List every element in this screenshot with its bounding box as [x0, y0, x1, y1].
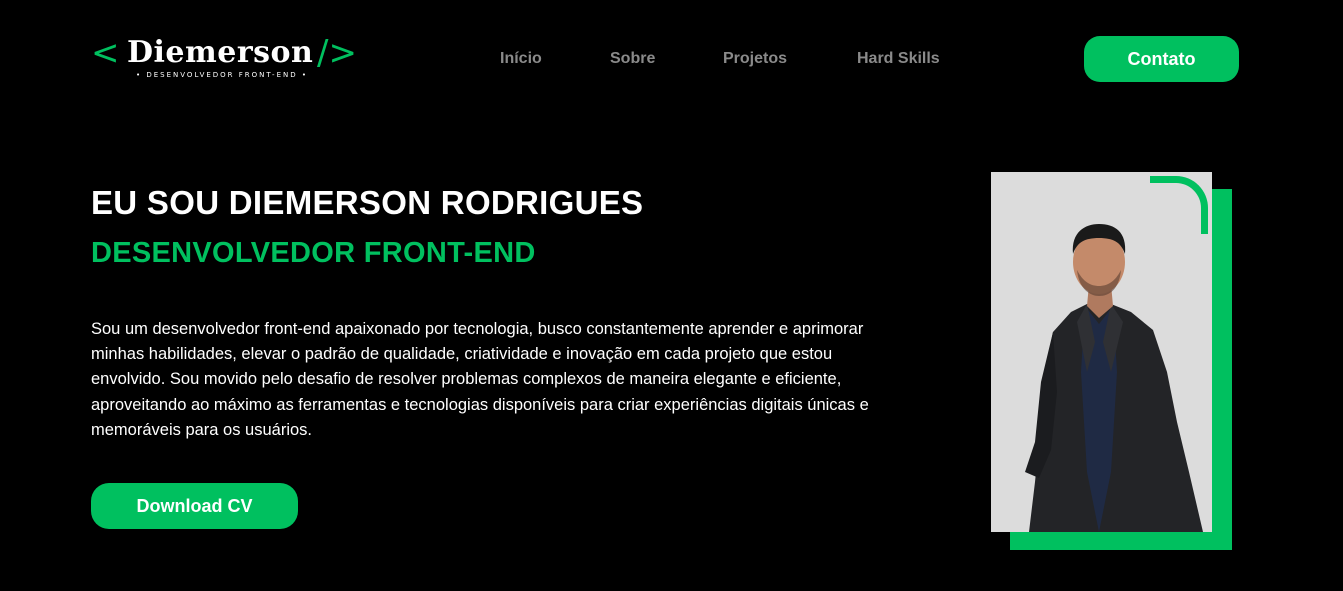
download-cv-button[interactable]: Download CV — [91, 483, 298, 529]
hero-subtitle: DESENVOLVEDOR FRONT-END — [91, 237, 536, 269]
nav-item-inicio[interactable]: Início — [500, 48, 542, 70]
hero-description: Sou um desenvolvedor front-end apaixonad… — [91, 320, 869, 439]
contact-button[interactable]: Contato — [1084, 36, 1239, 82]
nav-item-hard-skills[interactable]: Hard Skills — [857, 48, 940, 70]
nav-item-sobre[interactable]: Sobre — [610, 48, 655, 70]
hero-title: EU SOU DIEMERSON RODRIGUES — [91, 184, 644, 221]
nav-item-projetos[interactable]: Projetos — [723, 48, 787, 70]
